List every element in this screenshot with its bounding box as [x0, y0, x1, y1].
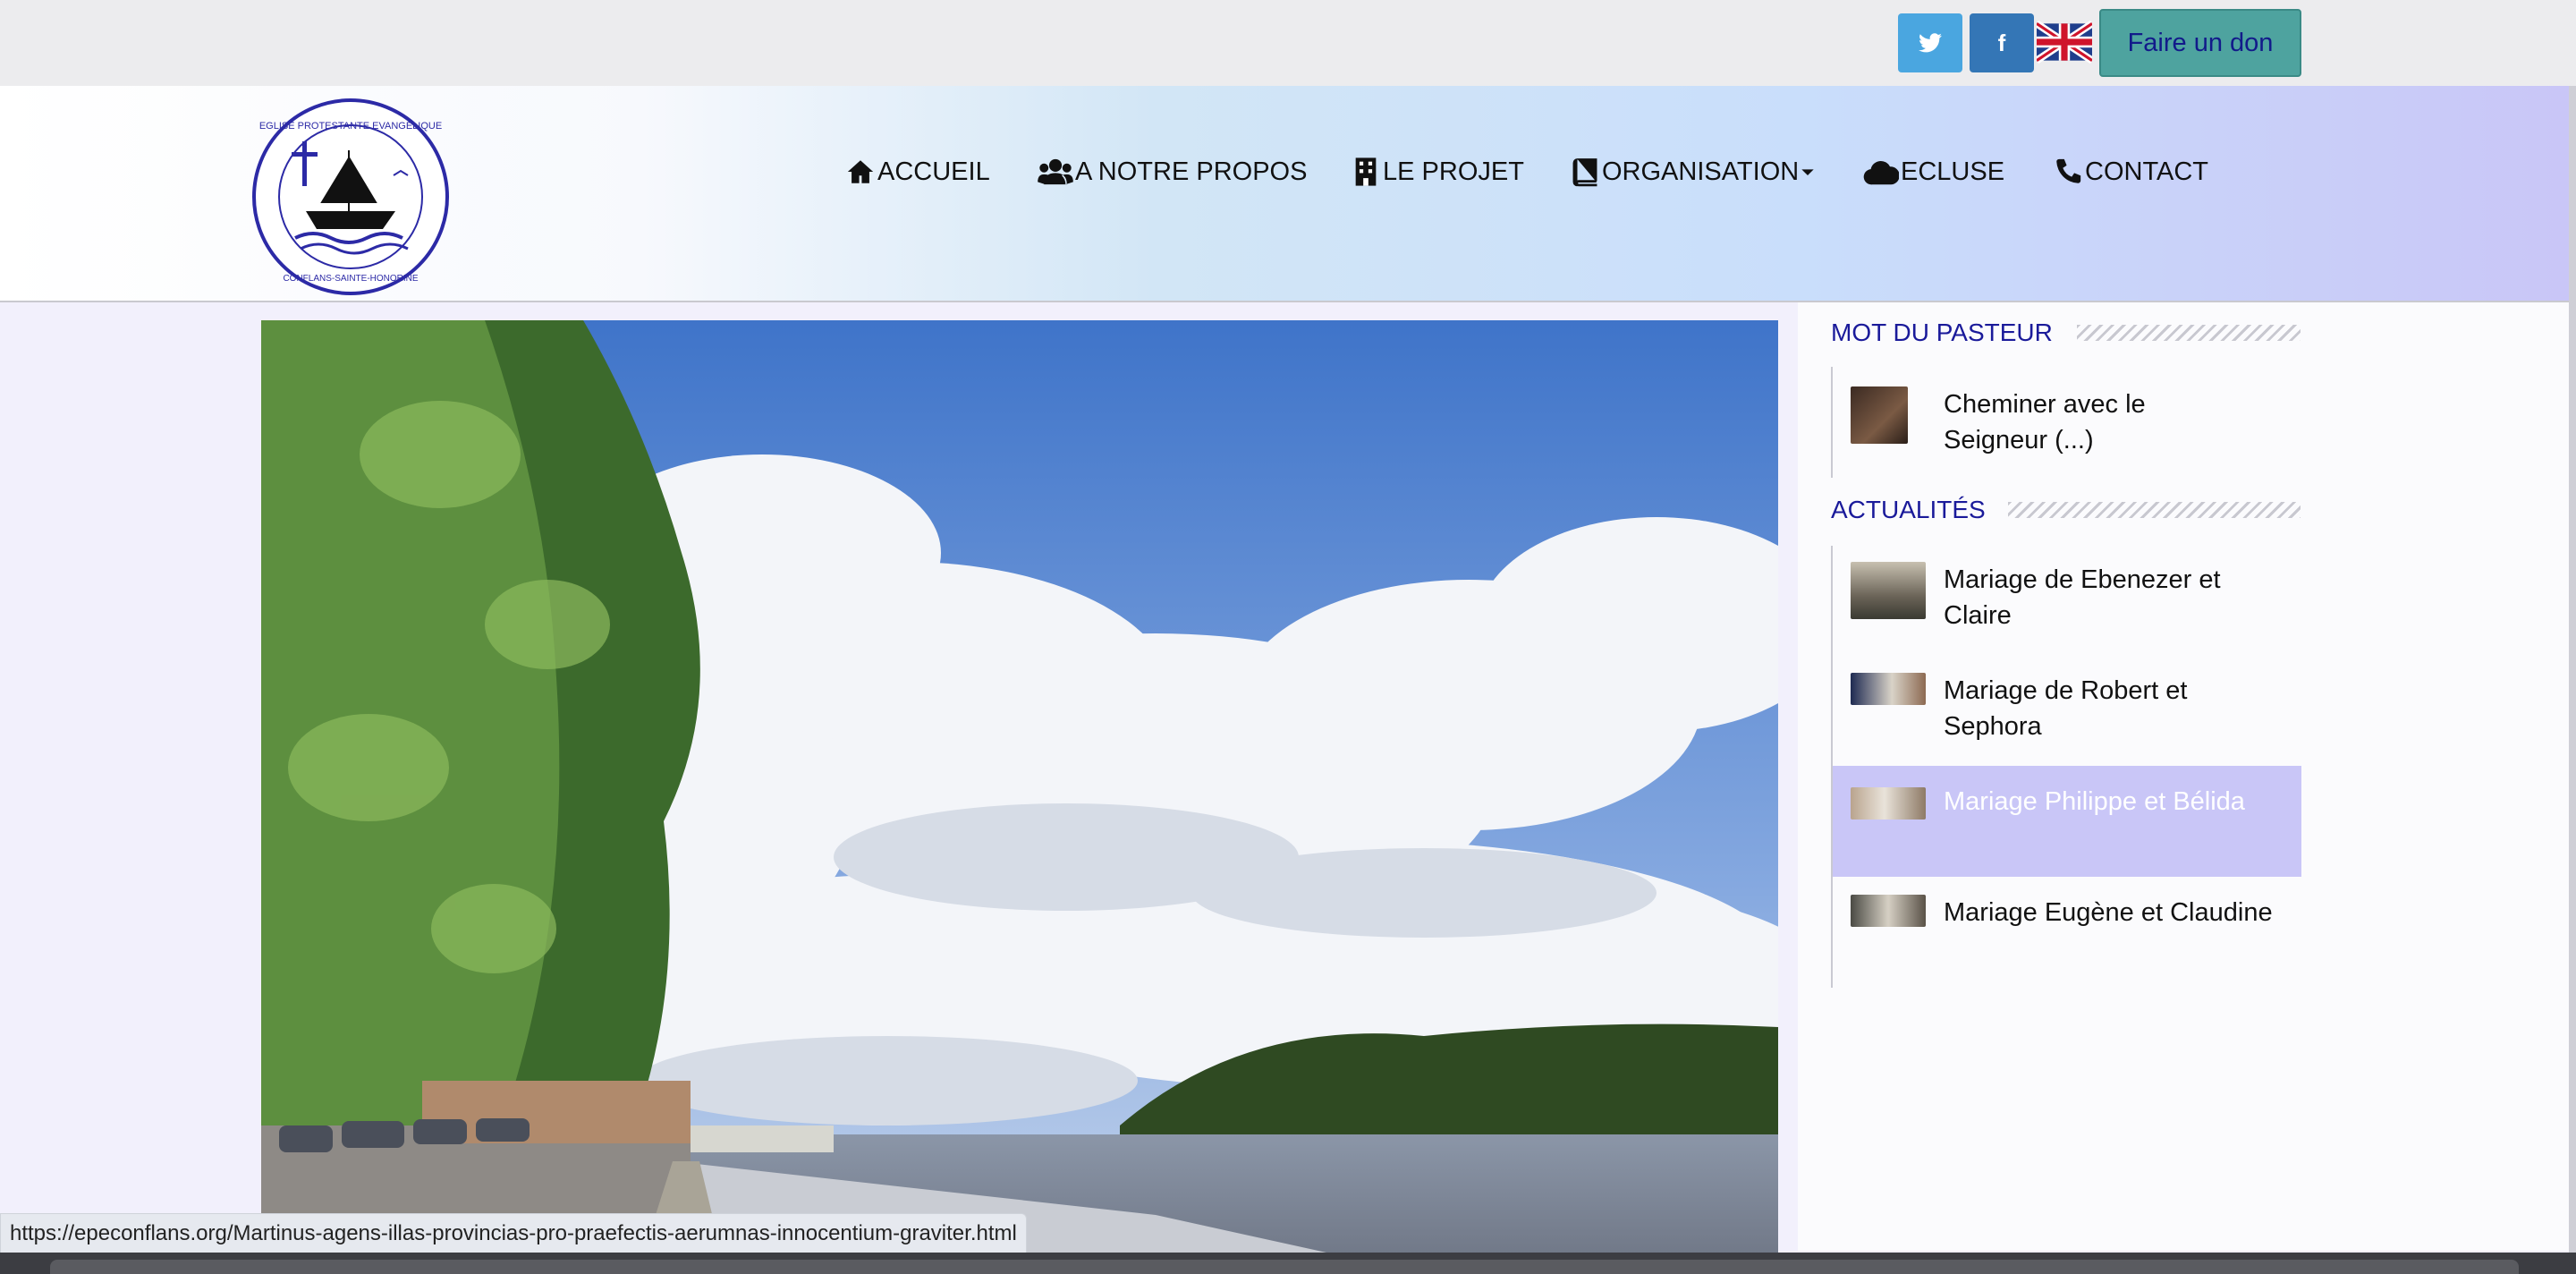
- news-item-line1: Mariage Eugène et Claudine: [1944, 898, 2273, 927]
- caret-down-icon: [1801, 169, 1814, 175]
- twitter-icon: [1919, 33, 1942, 53]
- news-thumbnail: [1851, 895, 1926, 927]
- section-title-pastor: MOT DU PASTEUR: [1831, 318, 2053, 346]
- news-thumbnail: [1851, 787, 1926, 820]
- nav-ecluse[interactable]: ECLUSE: [1863, 154, 2004, 190]
- nav-contact[interactable]: CONTACT: [2053, 154, 2208, 190]
- news-thumbnail: [1851, 673, 1926, 705]
- phone-icon: [2056, 158, 2081, 183]
- nav-label: ECLUSE: [1901, 157, 2005, 186]
- building-icon: [1355, 157, 1377, 186]
- logo-text-bottom: CONFLANS-SAINTE-HONORINE: [283, 274, 418, 284]
- uk-flag-icon[interactable]: [2037, 20, 2092, 64]
- logo-text-top: EGLISE PROTESTANTE EVANGELIQUE: [259, 121, 442, 132]
- top-bar: f Faire un don: [0, 0, 2576, 86]
- news-item-line1: Mariage Philippe et Bélida: [1944, 787, 2245, 816]
- river-landscape-image: [261, 320, 1778, 1274]
- donate-button[interactable]: Faire un don: [2099, 9, 2301, 77]
- pastor-item-line2: Seigneur (...): [1944, 426, 2094, 454]
- news-thumbnail: [1851, 562, 1926, 619]
- section-divider: [2008, 502, 2301, 518]
- home-icon: [847, 160, 874, 183]
- nav-le-projet[interactable]: LE PROJET: [1351, 154, 1524, 190]
- nav-a-notre-propos[interactable]: A NOTRE PROPOS: [1038, 154, 1307, 190]
- facebook-icon: f: [1997, 29, 2006, 56]
- nav-label: ORGANISATION: [1602, 157, 1800, 186]
- pastor-item-line1: Cheminer avec le: [1944, 390, 2146, 419]
- nav-label: A NOTRE PROPOS: [1075, 157, 1308, 186]
- nav-label: CONTACT: [2085, 157, 2209, 186]
- news-item-line1: Mariage de Ebenezer et: [1944, 565, 2221, 594]
- cloud-icon: [1863, 160, 1899, 185]
- nav-organisation[interactable]: ORGANISATION: [1570, 154, 1817, 190]
- status-bar-url: https://epeconflans.org/Martinus-agens-i…: [0, 1213, 1027, 1254]
- news-item[interactable]: Mariage de Ebenezer et Claire: [1833, 546, 2301, 657]
- pastor-item[interactable]: Cheminer avec le Seigneur (...): [1833, 367, 2301, 478]
- twitter-button[interactable]: [1898, 13, 1962, 72]
- pastor-thumbnail: [1851, 386, 1908, 444]
- section-title-news: ACTUALITÉS: [1831, 496, 1986, 523]
- nav-accueil[interactable]: ACCUEIL: [845, 154, 990, 190]
- nav-label: LE PROJET: [1383, 157, 1524, 186]
- window-edge: [2569, 86, 2576, 1274]
- news-item-line1: Mariage de Robert et Sephora: [1944, 676, 2188, 741]
- nav-label: ACCUEIL: [877, 157, 990, 186]
- hero-photo[interactable]: [261, 320, 1778, 1274]
- church-logo[interactable]: EGLISE PROTESTANTE EVANGELIQUE CONFLANS-…: [250, 97, 451, 297]
- news-item-active[interactable]: Mariage Philippe et Bélida: [1833, 766, 2301, 877]
- news-item[interactable]: Mariage Eugène et Claudine: [1833, 877, 2301, 988]
- site-header: EGLISE PROTESTANTE EVANGELIQUE CONFLANS-…: [0, 86, 2569, 302]
- taskbar: [0, 1253, 2576, 1274]
- facebook-button[interactable]: f: [1970, 13, 2034, 72]
- section-divider: [2077, 325, 2301, 341]
- users-icon: [1038, 158, 1073, 185]
- news-item[interactable]: Mariage de Robert et Sephora: [1833, 657, 2301, 768]
- news-item-line2: Claire: [1944, 601, 2012, 630]
- book-icon: [1572, 158, 1597, 187]
